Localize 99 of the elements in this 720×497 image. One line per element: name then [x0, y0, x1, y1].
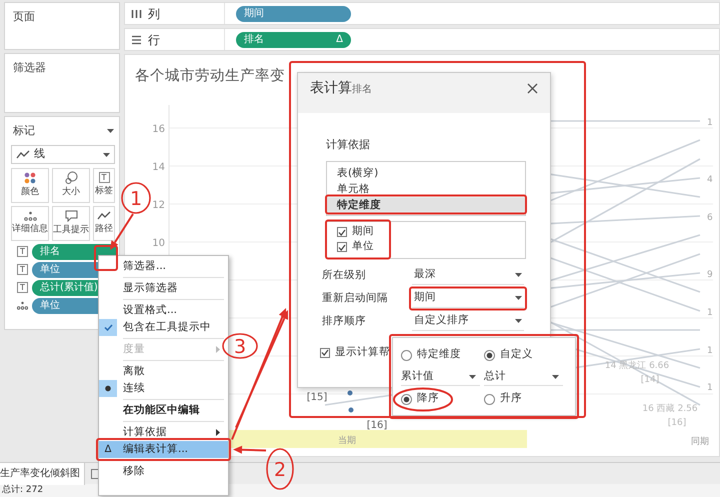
axis-tick-label: 12	[152, 200, 165, 211]
dropdown[interactable]: 总计	[484, 368, 563, 386]
checkbox[interactable]	[337, 227, 347, 237]
radio-button[interactable]	[401, 350, 412, 360]
data-point-icon	[348, 408, 354, 412]
panel-title: 页面	[12, 9, 36, 25]
caret-icon	[106, 128, 114, 133]
menu-item[interactable]: 计算依据	[99, 424, 228, 441]
column-header: 当期	[338, 436, 356, 446]
radio-label: 特定维度	[417, 347, 461, 362]
caret-icon	[552, 374, 559, 378]
mark-type-dropdown[interactable]: 线	[11, 145, 115, 164]
columns-icon	[131, 8, 142, 18]
line-chart-icon	[16, 150, 30, 159]
radio-button[interactable]	[484, 350, 495, 360]
color-button[interactable]: 颜色	[11, 168, 49, 203]
axis-tick-label: 10	[152, 238, 165, 249]
menu-item[interactable]: 包含在工具提示中	[99, 319, 228, 336]
sheet-tab[interactable]: 生产率变化倾斜图	[0, 462, 85, 484]
rank-label: 1	[707, 383, 713, 393]
shelf-label: 行	[148, 32, 160, 48]
point-label: [16]	[668, 418, 686, 428]
caret-icon	[515, 319, 522, 323]
radio-button[interactable]	[484, 394, 495, 404]
step-marker: 1	[121, 182, 151, 214]
caret-icon	[103, 152, 110, 156]
rank-label: 9	[707, 270, 713, 280]
size-circles-icon	[64, 171, 78, 184]
detail-dots-icon	[24, 210, 36, 221]
label-button[interactable]: T 标签	[93, 168, 115, 203]
close-icon[interactable]	[527, 83, 538, 94]
checkbox-label: 期间	[352, 224, 374, 240]
list-option[interactable]: 表(横穿)	[327, 164, 525, 180]
rank-label: 6	[707, 213, 713, 223]
text-icon: T	[17, 246, 28, 258]
point-label: 14 黑龙江 6.66	[604, 361, 670, 371]
path-line-icon	[97, 210, 111, 221]
annotation-arrow	[233, 446, 266, 454]
panel-title: 筛选器	[12, 60, 47, 76]
setting-dropdown[interactable]: 最深	[412, 266, 524, 284]
list-option[interactable]: 单元格	[327, 180, 525, 196]
rank-label: 1	[707, 308, 713, 318]
list-option[interactable]: 特定维度	[327, 196, 525, 212]
detail-button[interactable]: 详细信息	[11, 206, 49, 241]
checkbox[interactable]	[320, 348, 330, 358]
data-point-icon	[348, 390, 352, 396]
menu-item[interactable]: 移除	[99, 463, 228, 480]
size-button[interactable]: 大小	[52, 168, 90, 203]
shelf-label: 列	[148, 6, 160, 22]
text-icon: T	[98, 172, 110, 184]
setting-dropdown[interactable]: 自定义排序	[412, 312, 524, 330]
color-dots-icon	[24, 172, 36, 184]
checkbox-label: 显示计算帮	[335, 344, 390, 360]
setting-label: 排序顺序	[322, 314, 367, 329]
setting-dropdown[interactable]: 期间	[412, 290, 524, 308]
detail-dots-icon	[17, 301, 28, 310]
annotation-ellipse	[393, 388, 453, 412]
view-title: 各个城市劳动生产率变	[135, 68, 285, 84]
text-icon: T	[17, 264, 28, 276]
text-icon: T	[17, 282, 28, 294]
rank-label: 1	[707, 118, 713, 128]
point-label: [14]	[640, 375, 660, 385]
caret-icon	[515, 296, 522, 300]
radio-label: 降序	[417, 391, 439, 406]
delta-icon: Δ	[336, 32, 343, 48]
caret-icon	[515, 273, 522, 277]
setting-label: 重新启动间隔	[322, 290, 388, 306]
tooltip-button[interactable]: 工具提示	[52, 206, 90, 241]
checkbox[interactable]	[337, 242, 347, 252]
menu-item[interactable]: 离散	[99, 363, 228, 380]
rows-icon	[131, 34, 142, 44]
menu-item[interactable]: Δ 编辑表计算...	[99, 441, 228, 458]
dialog-subtitle: 排名	[352, 82, 372, 97]
checkbox-label: 单位	[352, 239, 374, 254]
radio-label: 自定义	[500, 347, 533, 362]
dialog-title: 表计算	[310, 79, 352, 98]
dropdown[interactable]: 累计值	[401, 368, 480, 386]
step-marker: 3	[222, 333, 258, 359]
axis-tick-label: 16	[152, 124, 165, 135]
rank-label: 4	[707, 175, 713, 185]
section-label: 计算依据	[326, 137, 371, 153]
menu-item[interactable]: 在功能区中编辑	[99, 402, 228, 419]
axis-tick-label: 14	[152, 162, 165, 173]
panel-title: 标记	[12, 122, 36, 138]
speech-bubble-icon	[64, 210, 78, 222]
caret-icon	[469, 374, 476, 378]
radio-button[interactable]	[401, 394, 412, 404]
setting-label: 所在级别	[322, 268, 367, 283]
point-label: [16]	[366, 420, 388, 431]
menu-item[interactable]: 连续	[99, 380, 228, 397]
point-label: [15]	[306, 392, 328, 403]
step-marker: 2	[266, 448, 294, 490]
radio-label: 升序	[500, 391, 522, 406]
column-header: 同期	[691, 437, 709, 447]
annotation-rectangle	[94, 245, 118, 271]
delta-icon: Δ	[99, 441, 117, 458]
path-button[interactable]: 路径	[93, 206, 115, 241]
rank-label: 1	[707, 346, 713, 356]
point-label: 16 西藏 2.56	[642, 404, 698, 414]
